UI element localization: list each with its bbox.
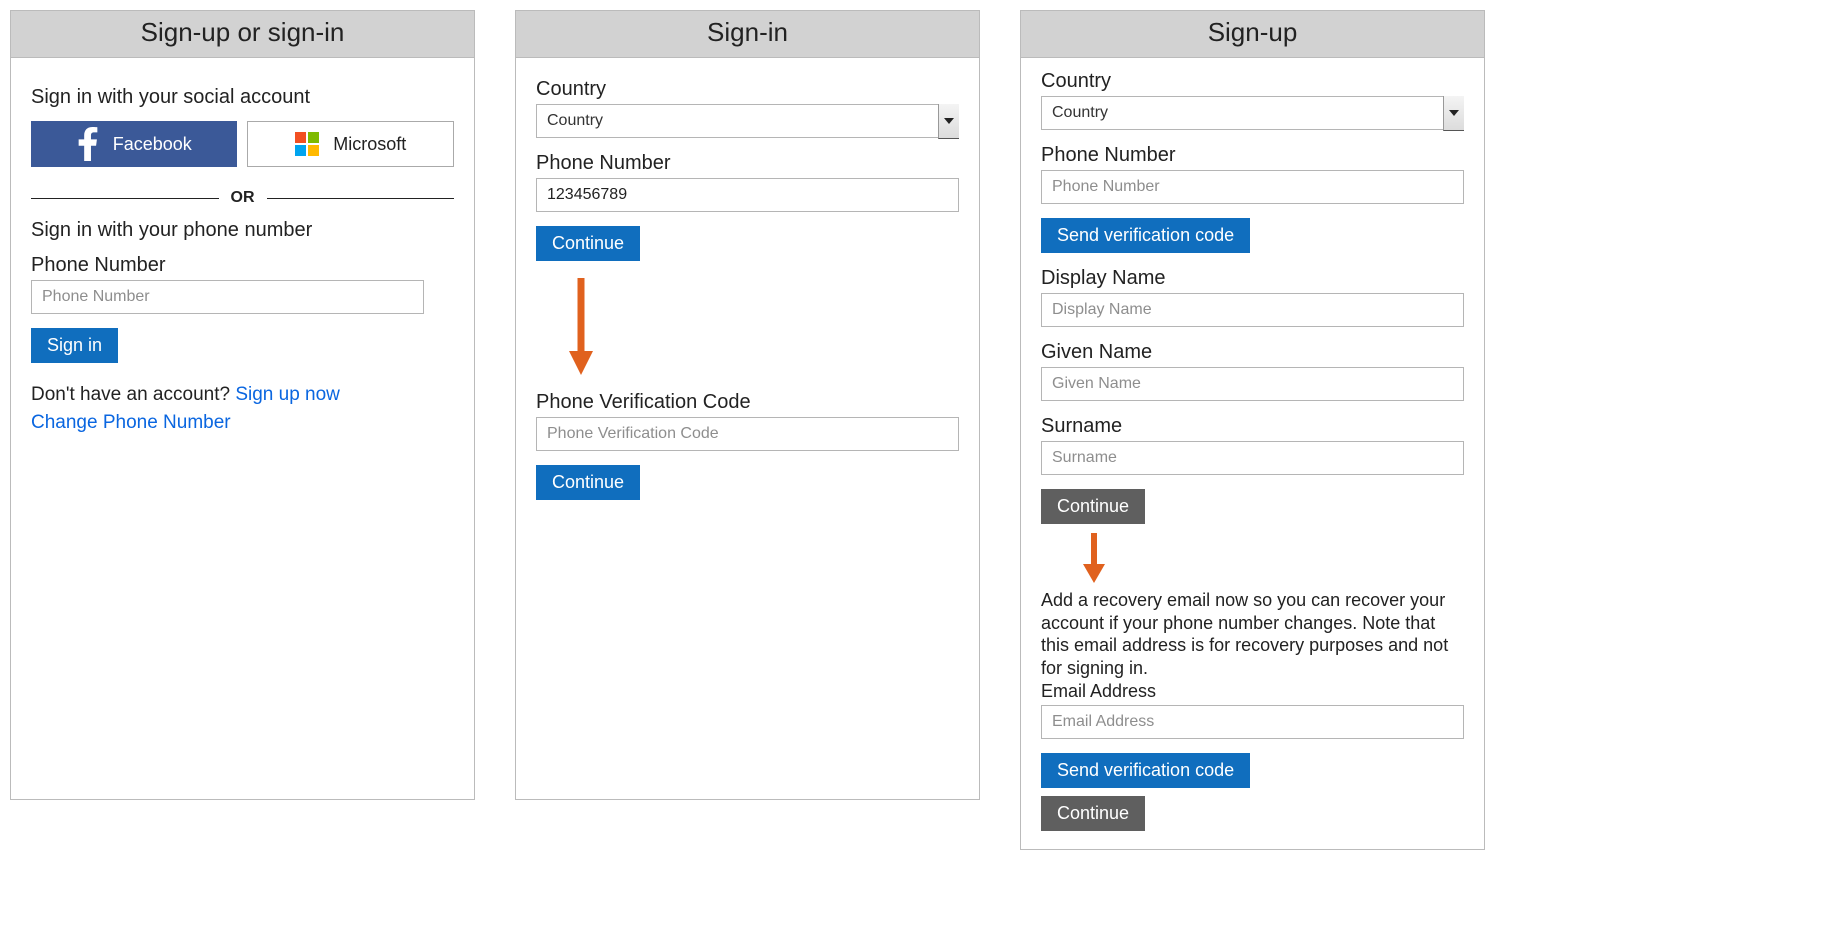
facebook-label: Facebook (113, 134, 192, 155)
country-label-3: Country (1041, 70, 1464, 93)
display-name-input[interactable] (1041, 293, 1464, 327)
panel2-title: Sign-in (516, 11, 979, 58)
phone-number-input-2[interactable] (536, 178, 959, 212)
microsoft-button[interactable]: Microsoft (247, 121, 454, 167)
or-divider: OR (31, 189, 454, 207)
account-links: Don't have an account? Sign up now Chang… (31, 381, 454, 436)
facebook-button[interactable]: Facebook (31, 121, 237, 167)
given-name-label: Given Name (1041, 341, 1464, 364)
sign-in-button[interactable]: Sign in (31, 328, 118, 363)
verification-code-input[interactable] (536, 417, 959, 451)
phone-number-input[interactable] (31, 280, 424, 314)
phone-number-label-3: Phone Number (1041, 144, 1464, 167)
country-select-3[interactable]: Country (1041, 96, 1464, 130)
sign-up-now-link[interactable]: Sign up now (235, 384, 340, 405)
surname-input[interactable] (1041, 441, 1464, 475)
no-account-text: Don't have an account? (31, 384, 235, 405)
phone-number-input-3[interactable] (1041, 170, 1464, 204)
or-label: OR (219, 189, 267, 207)
flow-arrow-icon (561, 273, 601, 383)
microsoft-icon (295, 132, 319, 156)
facebook-icon (77, 127, 99, 161)
continue-button-4[interactable]: Continue (1041, 796, 1145, 831)
panel-signup: Sign-up Country Country Phone Number Sen… (1020, 10, 1485, 850)
display-name-label: Display Name (1041, 267, 1464, 290)
given-name-input[interactable] (1041, 367, 1464, 401)
panel-signin: Sign-in Country Country Phone Number Con… (515, 10, 980, 800)
panel3-title: Sign-up (1021, 11, 1484, 58)
country-label: Country (536, 78, 959, 101)
phone-signin-heading: Sign in with your phone number (31, 219, 454, 242)
social-heading: Sign in with your social account (31, 86, 454, 109)
change-phone-link[interactable]: Change Phone Number (31, 412, 231, 433)
continue-button-3[interactable]: Continue (1041, 489, 1145, 524)
panel1-title: Sign-up or sign-in (11, 11, 474, 58)
recovery-email-text: Add a recovery email now so you can reco… (1041, 589, 1464, 679)
email-address-input[interactable] (1041, 705, 1464, 739)
phone-number-label: Phone Number (31, 254, 454, 277)
country-select[interactable]: Country (536, 104, 959, 138)
send-verification-code-button-2[interactable]: Send verification code (1041, 753, 1250, 788)
continue-button-2[interactable]: Continue (536, 465, 640, 500)
social-buttons-row: Facebook Microsoft (31, 121, 454, 167)
surname-label: Surname (1041, 415, 1464, 438)
microsoft-label: Microsoft (333, 134, 406, 155)
email-address-label: Email Address (1041, 681, 1464, 702)
send-verification-code-button[interactable]: Send verification code (1041, 218, 1250, 253)
flow-arrow-icon (1076, 530, 1112, 585)
panel-signup-or-signin: Sign-up or sign-in Sign in with your soc… (10, 10, 475, 800)
phone-number-label-2: Phone Number (536, 152, 959, 175)
continue-button-1[interactable]: Continue (536, 226, 640, 261)
verification-code-label: Phone Verification Code (536, 391, 959, 414)
